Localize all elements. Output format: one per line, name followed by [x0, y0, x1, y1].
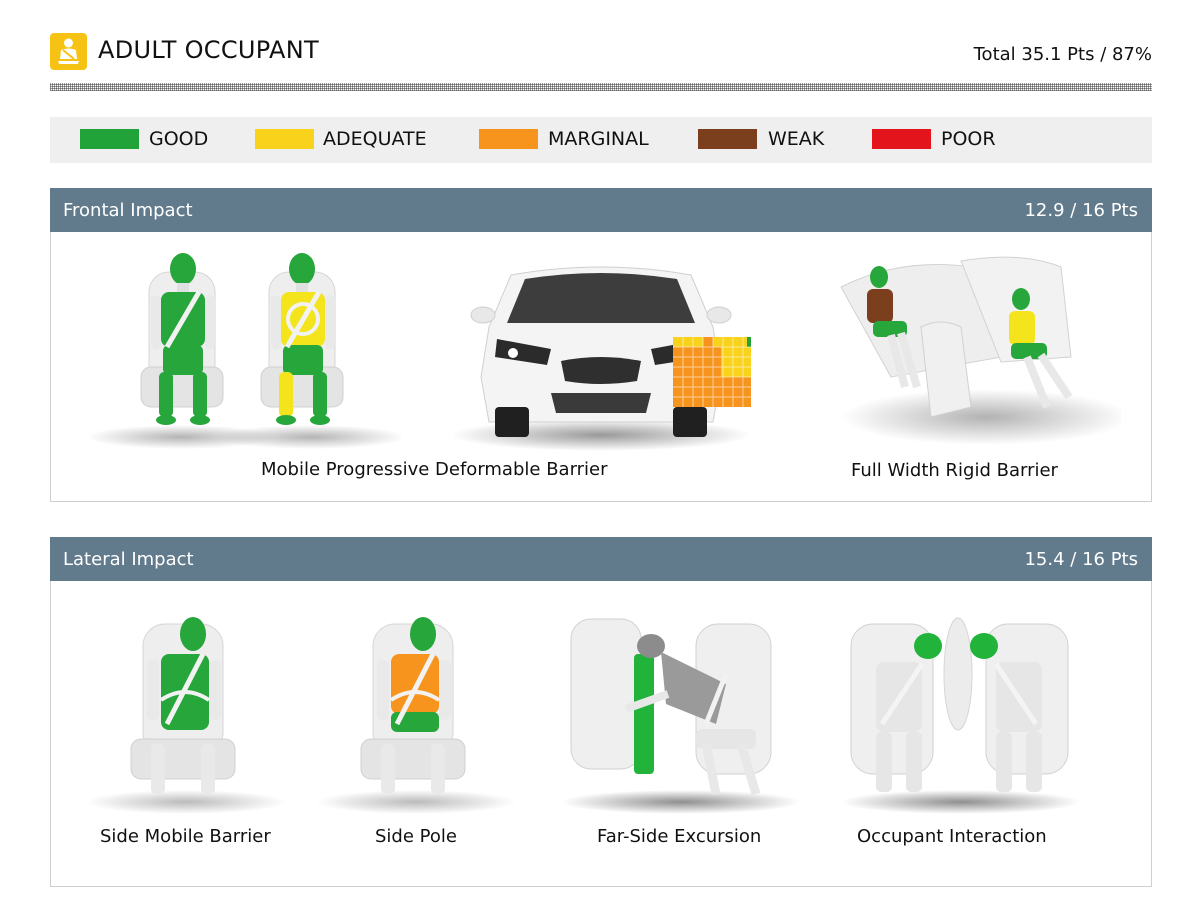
- mpdb-dummies-illustration: [86, 247, 406, 452]
- legend-swatch-weak: [698, 129, 757, 149]
- section-header: ADULT OCCUPANT Total 35.1 Pts / 87%: [50, 30, 1152, 74]
- caption-far-side-excursion: Far-Side Excursion: [597, 826, 762, 847]
- caption-mpdb: Mobile Progressive Deformable Barrier: [261, 459, 608, 480]
- lateral-impact-score: 15.4 / 16 Pts: [1024, 549, 1138, 570]
- frontal-impact-score: 12.9 / 16 Pts: [1024, 200, 1138, 221]
- rating-legend: GOOD ADEQUATE MARGINAL WEAK POOR: [50, 117, 1152, 163]
- side-pole-illustration: [311, 614, 521, 814]
- legend-swatch-good: [80, 129, 139, 149]
- caption-occupant-interaction: Occupant Interaction: [857, 826, 1047, 847]
- occupant-interaction-illustration: [836, 614, 1086, 814]
- frontal-impact-title: Frontal Impact: [63, 200, 193, 221]
- frontal-impact-bar: Frontal Impact 12.9 / 16 Pts: [50, 188, 1152, 232]
- seated-occupant-icon: [50, 33, 87, 70]
- legend-label-adequate: ADEQUATE: [323, 128, 427, 150]
- fwrb-illustration: [821, 247, 1131, 452]
- frontal-impact-panel: Frontal Impact 12.9 / 16 Pts Mobile Prog…: [50, 188, 1152, 502]
- legend-label-good: GOOD: [149, 128, 209, 150]
- legend-label-marginal: MARGINAL: [548, 128, 649, 150]
- far-side-excursion-illustration: [556, 614, 806, 814]
- mpdb-car-illustration: [451, 257, 757, 452]
- legend-label-poor: POOR: [941, 128, 996, 150]
- lateral-impact-bar: Lateral Impact 15.4 / 16 Pts: [50, 537, 1152, 581]
- barrier-rating-grid: [673, 337, 757, 407]
- caption-side-mobile-barrier: Side Mobile Barrier: [100, 826, 271, 847]
- caption-fwrb: Full Width Rigid Barrier: [851, 460, 1058, 481]
- page-title: ADULT OCCUPANT: [98, 36, 319, 64]
- legend-swatch-poor: [872, 129, 931, 149]
- caption-side-pole: Side Pole: [375, 826, 457, 847]
- total-score: Total 35.1 Pts / 87%: [973, 44, 1152, 65]
- lateral-impact-title: Lateral Impact: [63, 549, 194, 570]
- lateral-impact-panel: Lateral Impact 15.4 / 16 Pts Side Mobile…: [50, 537, 1152, 887]
- header-divider: [50, 83, 1152, 91]
- legend-swatch-adequate: [255, 129, 314, 149]
- side-mobile-barrier-illustration: [81, 614, 291, 814]
- legend-swatch-marginal: [479, 129, 538, 149]
- legend-label-weak: WEAK: [768, 128, 825, 150]
